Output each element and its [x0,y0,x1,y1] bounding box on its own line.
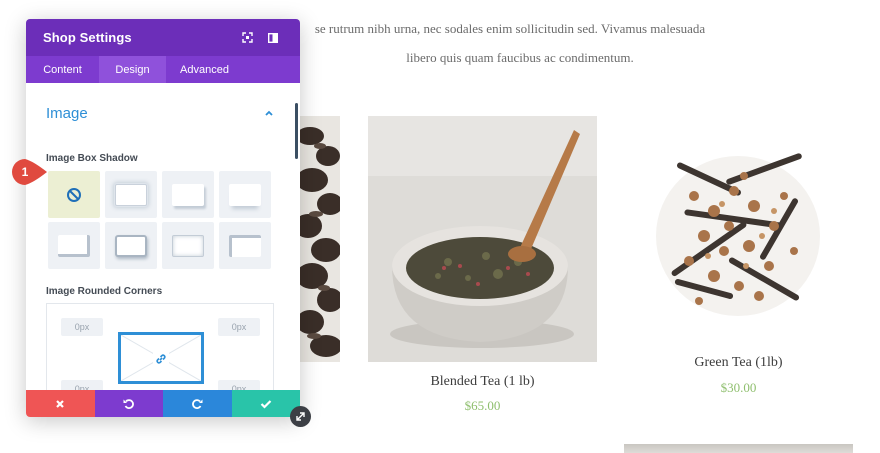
resize-handle[interactable] [290,406,311,427]
shadow-option-1[interactable] [105,171,157,218]
sidebar-toggle-icon[interactable] [260,28,286,48]
redo-icon [191,399,203,409]
product-price-blended-tea: $65.00 [464,398,501,413]
shadow-option-4[interactable] [48,222,100,269]
shadow-preview-6 [172,234,204,257]
resize-arrows-icon [296,412,305,421]
rounded-corners-control: 0px 0px 0px 0px [46,303,274,390]
shadow-option-none[interactable] [48,171,100,218]
undo-icon [123,399,135,409]
discard-button[interactable] [26,390,95,417]
check-icon [260,399,272,409]
undo-button[interactable] [94,390,163,417]
corner-top-left-input[interactable]: 0px [61,318,103,336]
corner-bottom-right-input[interactable]: 0px [218,380,260,390]
shadow-preview-2 [172,183,204,206]
shadow-preview-4 [58,234,90,257]
product-title-green-tea[interactable]: Green Tea (1lb) [624,355,853,371]
shadow-option-7[interactable] [219,222,271,269]
section-title-image[interactable]: Image [46,105,88,122]
panel-scrollbar[interactable] [295,103,298,159]
product-title-blended-tea[interactable]: Blended Tea (1 lb) [368,374,597,390]
box-shadow-options [48,171,273,269]
product-image-black-tea[interactable] [300,116,340,362]
corner-bottom-left-input[interactable]: 0px [61,380,103,390]
panel-tabs: Content Design Advanced [26,56,300,83]
shadow-preview-1 [115,183,147,206]
settings-panel: Shop Settings Content Design Advanced Im… [26,19,300,417]
panel-body: Image Image Box Shadow Image Rounded Cor… [26,83,300,390]
close-icon [56,399,65,408]
expand-icon[interactable] [234,28,260,48]
shadow-preview-5 [115,234,147,257]
shadow-option-6[interactable] [162,222,214,269]
tab-advanced[interactable]: Advanced [166,56,243,83]
link-icon[interactable] [155,352,167,370]
corners-preview [118,332,204,384]
shadow-option-5[interactable] [105,222,157,269]
product-image-green-tea[interactable] [624,116,853,338]
chevron-up-icon[interactable] [264,105,274,123]
description-line-2: libero quis quam faucibus ac condimentum… [406,50,634,65]
product-price-green-tea: $30.00 [720,380,757,395]
tab-content[interactable]: Content [26,56,99,83]
tab-design[interactable]: Design [99,56,166,83]
panel-footer [26,390,300,417]
panel-title: Shop Settings [43,30,132,45]
shadow-preview-7 [229,234,261,257]
description-line-1: se rutrum nibh urna, nec sodales enim so… [314,21,706,36]
shop-description: se rutrum nibh urna, nec sodales enim so… [300,14,740,72]
redo-button[interactable] [163,390,232,417]
image-box-shadow-label: Image Box Shadow [46,153,138,164]
product-image-next-row[interactable] [624,444,853,453]
product-image-blended-tea[interactable] [368,116,597,362]
shadow-option-3[interactable] [219,171,271,218]
shadow-preview-3 [229,183,261,206]
shadow-option-2[interactable] [162,171,214,218]
image-rounded-corners-label: Image Rounded Corners [46,286,163,297]
no-shadow-icon [67,187,81,202]
panel-header: Shop Settings [26,19,300,56]
annotation-number: 1 [21,165,29,179]
corner-top-right-input[interactable]: 0px [218,318,260,336]
